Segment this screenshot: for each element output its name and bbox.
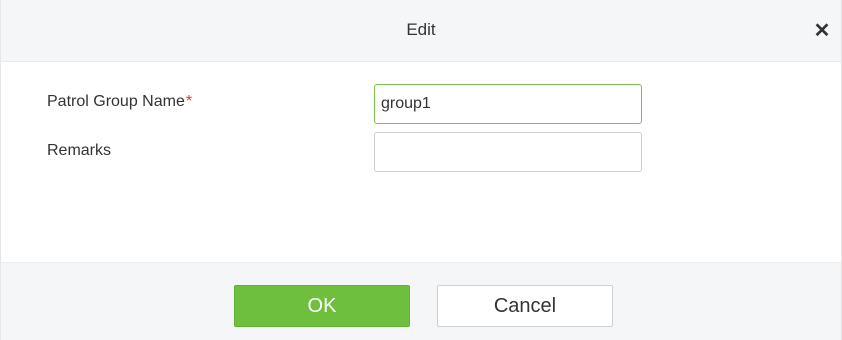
- patrol-group-name-label-text: Patrol Group Name: [47, 93, 185, 110]
- close-icon[interactable]: ✕: [811, 20, 833, 42]
- dialog-title: Edit: [406, 20, 436, 39]
- dialog-footer: OK Cancel: [1, 262, 841, 340]
- cancel-button[interactable]: Cancel: [437, 285, 613, 327]
- patrol-group-name-label: Patrol Group Name*: [47, 93, 192, 111]
- required-mark: *: [185, 93, 193, 110]
- patrol-group-name-input[interactable]: [374, 84, 642, 124]
- remarks-input[interactable]: [374, 132, 642, 172]
- dialog-header: Edit ✕: [1, 0, 841, 62]
- edit-dialog: Edit ✕ Patrol Group Name* Remarks OK Can…: [0, 0, 842, 340]
- remarks-label: Remarks: [47, 142, 112, 159]
- ok-button[interactable]: OK: [234, 285, 410, 327]
